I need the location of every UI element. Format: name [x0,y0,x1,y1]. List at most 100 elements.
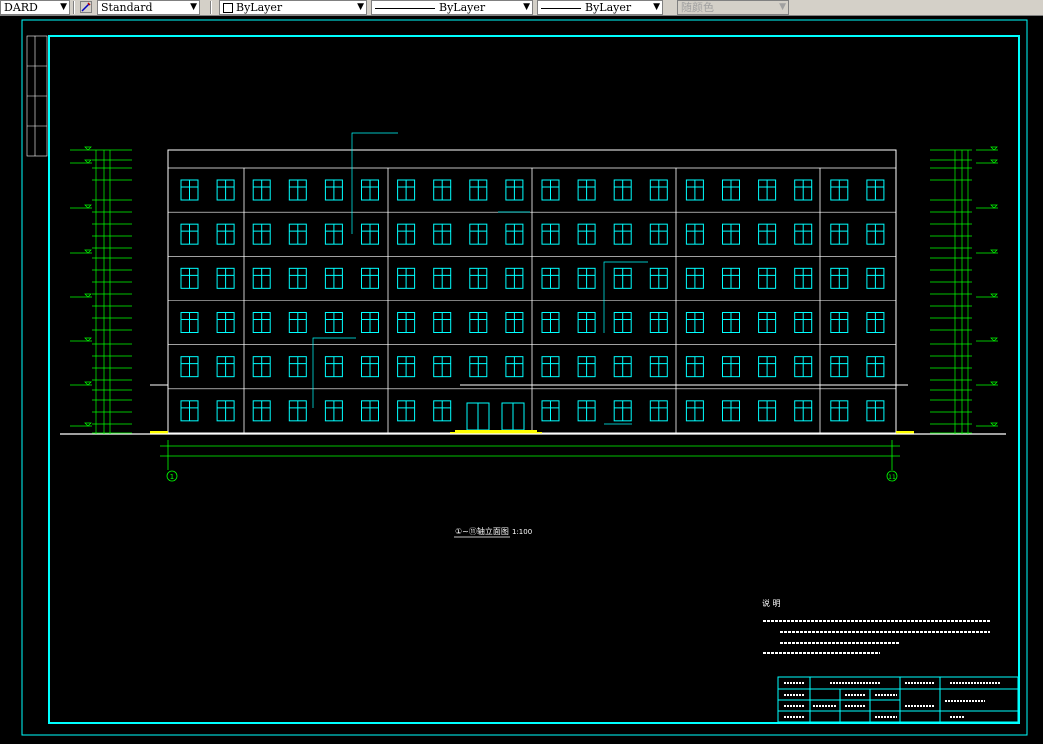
window [433,356,452,378]
window [361,179,379,201]
window [649,267,668,289]
window [180,400,199,422]
window [180,356,199,378]
horizontal-dimensions [160,440,900,482]
lineweight-value: ByLayer [585,1,632,14]
window [866,312,885,333]
plot-style-dropdown[interactable]: 随颜色 ▼ [677,0,789,15]
window [288,312,307,333]
window [180,179,199,201]
window [758,179,777,201]
window [505,179,524,201]
window [397,400,416,422]
window [830,179,849,201]
dropdown-arrow-icon: ▼ [779,2,786,12]
dropdown-arrow-icon: ▼ [60,2,67,12]
linetype-value: ByLayer [439,1,486,14]
lineweight-dropdown[interactable]: ByLayer ▼ [537,0,663,15]
window [722,312,740,333]
window [794,179,813,201]
dropdown-arrow-icon: ▼ [357,2,364,12]
level-triangle-icon [990,337,998,342]
axis-label-11: 11 [888,474,896,481]
window [866,223,885,245]
window [288,267,307,289]
level-triangle-icon [84,293,92,298]
window [469,312,488,333]
window [541,312,560,333]
window [830,267,849,289]
window [216,400,235,422]
notes-title: 说 明 [762,598,781,608]
window [794,312,813,333]
window [649,356,668,378]
window [216,179,235,201]
window [722,179,740,201]
window [577,179,596,201]
window [577,312,596,333]
text-style-dropdown[interactable]: DARD ▼ [0,0,70,15]
level-triangle-icon [84,204,92,209]
window [361,223,379,245]
window [433,312,452,333]
window [577,356,596,378]
drawing-canvas[interactable]: 1 11 ①~⑪轴立面图 1:100 说 明 [0,16,1043,744]
sheet-outer-frame [21,19,1028,736]
window [577,400,596,422]
window [216,223,235,245]
window [252,356,271,378]
leader-annotations [312,132,648,425]
window [830,356,849,378]
linetype-dropdown[interactable]: ByLayer ▼ [371,0,533,15]
window [794,267,813,289]
window [469,223,488,245]
dim-style-dropdown[interactable]: Standard ▼ [97,0,200,15]
window [541,356,560,378]
text-style-icon[interactable] [80,1,92,13]
window [866,267,885,289]
window [758,356,777,378]
window [722,356,740,378]
window [252,312,271,333]
toolbar-separator [210,1,212,14]
window [505,312,524,333]
window [216,356,235,378]
window [613,312,632,333]
window [180,312,199,333]
level-triangle-icon [990,381,998,386]
window [469,356,488,378]
window [722,267,740,289]
layer-color-dropdown[interactable]: ByLayer ▼ [219,0,367,15]
window [180,267,199,289]
level-triangle-icon [84,337,92,342]
window [397,356,416,378]
window [397,223,416,245]
window [288,356,307,378]
window [397,267,416,289]
plot-style-value: 随颜色 [681,1,714,14]
window [252,267,271,289]
window [685,356,704,378]
window [433,179,452,201]
window [758,400,777,422]
building-elevation [60,149,1006,435]
window [613,400,632,422]
dropdown-arrow-icon: ▼ [190,2,197,12]
lineweight-sample [541,7,581,9]
level-triangle-icon [84,159,92,164]
left-level-dimensions [70,146,132,434]
window [505,356,524,378]
window [649,312,668,333]
window [722,223,740,245]
window [758,312,777,333]
window [577,223,596,245]
level-triangle-icon [990,146,998,151]
window [288,179,307,201]
toolbar-separator [73,1,75,14]
window [649,179,668,201]
text-style-value: DARD [4,1,38,14]
window [758,223,777,245]
dropdown-arrow-icon: ▼ [523,2,530,12]
window [613,356,632,378]
window [541,267,560,289]
